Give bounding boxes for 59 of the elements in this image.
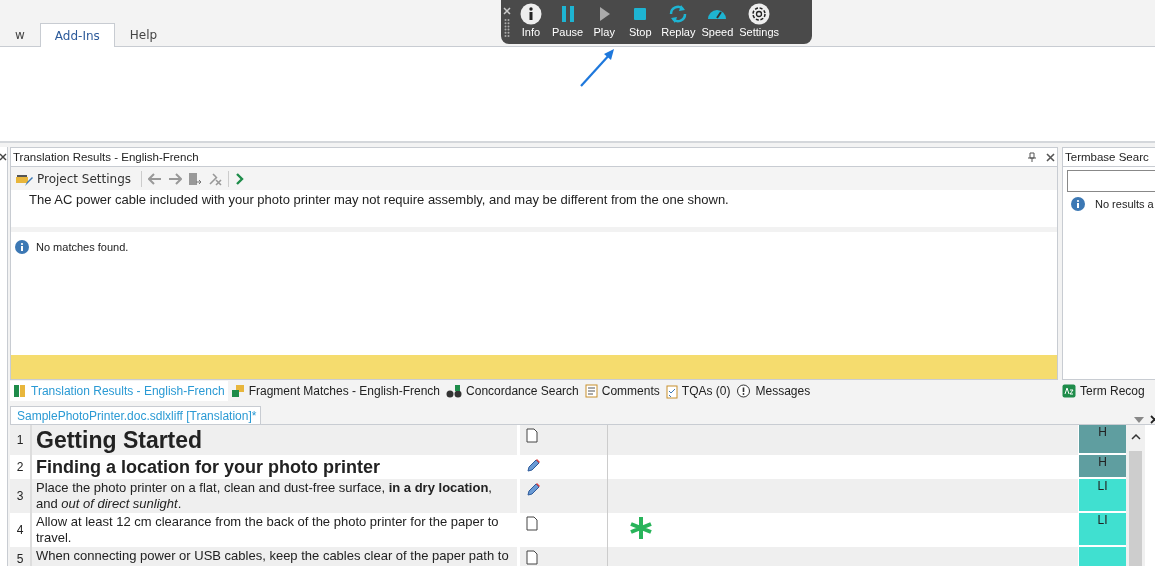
segment-text: Allow at least 12 cm clearance from the back of the photo printer for the paper to travel. <box>36 514 499 545</box>
segment-text: Finding a location for your photo printer <box>36 457 380 477</box>
player-button[interactable]: Info <box>513 0 549 44</box>
panel-tab[interactable]: Messages <box>733 381 814 402</box>
info-icon <box>1071 197 1085 211</box>
asterisk-icon <box>628 515 654 541</box>
ribbon-tab[interactable]: w <box>0 22 40 46</box>
panel-tab[interactable]: Concordance Search <box>443 381 582 402</box>
player-button[interactable]: Stop <box>622 0 659 44</box>
status-message: No matches found. <box>36 241 129 253</box>
pin-icon[interactable] <box>1028 152 1036 162</box>
back-arrow-icon[interactable] <box>148 172 163 185</box>
scroll-thumb[interactable] <box>1129 451 1142 566</box>
segment-text: Place the photo printer on a flat, clean and dust-free surface, in a dry location, and out of direct sunlight. <box>36 480 492 511</box>
row-number: 3 <box>10 479 32 513</box>
row-number: 1 <box>10 425 32 455</box>
row-number: 5 <box>10 547 32 566</box>
list-arrow-icon[interactable] <box>188 171 203 186</box>
player-button[interactable]: Speed <box>698 0 737 44</box>
clipboard-icon <box>665 383 678 399</box>
match-status: LI <box>1078 513 1126 547</box>
settings-icon <box>748 3 771 25</box>
panel-title: Termbase Searc <box>1065 151 1150 163</box>
segment-text: Getting Started <box>36 427 203 453</box>
match-status: H <box>1078 425 1126 455</box>
player-button[interactable]: Pause <box>549 0 587 44</box>
panel-title: Translation Results - English-French <box>13 151 200 163</box>
scroll-up-icon[interactable] <box>1130 433 1141 441</box>
search-field[interactable] <box>1067 170 1155 192</box>
tools-icon[interactable] <box>208 171 223 186</box>
columns-icon <box>13 384 27 399</box>
info-icon <box>15 240 29 254</box>
source-sentence: The AC power cable included with your photo printer may not require assembly, and may be different from the one shown. <box>11 190 1057 232</box>
panel-tab[interactable]: TQAs (0) <box>662 381 734 402</box>
az-icon <box>1062 384 1076 399</box>
ribbon-tab[interactable]: Help <box>114 22 173 46</box>
close-icon[interactable] <box>0 153 7 161</box>
grip-icon[interactable] <box>504 17 510 38</box>
player-button[interactable]: Settings <box>736 0 782 44</box>
panel-tab[interactable]: Fragment Matches - English-French <box>227 381 444 402</box>
status-message: No results a <box>1095 198 1154 210</box>
ribbon-tab[interactable]: Add-Ins <box>39 23 115 47</box>
match-status: LI <box>1078 479 1126 513</box>
panel-tab[interactable]: Term Recog <box>1060 381 1147 402</box>
segment-text: When connecting power or USB cables, keep the cables clear of the paper path to <box>36 548 509 563</box>
note-icon <box>584 384 598 399</box>
close-icon[interactable] <box>1046 152 1055 162</box>
panel-tab[interactable]: Comments <box>581 381 663 402</box>
project-settings-button[interactable]: Project Settings <box>15 170 136 187</box>
info-icon <box>520 3 542 25</box>
arrow-annotation <box>578 48 616 88</box>
binoculars-icon <box>446 384 463 399</box>
scrollbar[interactable] <box>1126 425 1145 566</box>
chevron-right-icon[interactable] <box>235 172 245 185</box>
forward-arrow-icon[interactable] <box>168 172 183 185</box>
match-status: H <box>1078 455 1126 479</box>
player-button[interactable]: Replay <box>658 0 699 44</box>
blocks-icon <box>230 384 245 399</box>
exclamation-icon <box>736 383 752 399</box>
